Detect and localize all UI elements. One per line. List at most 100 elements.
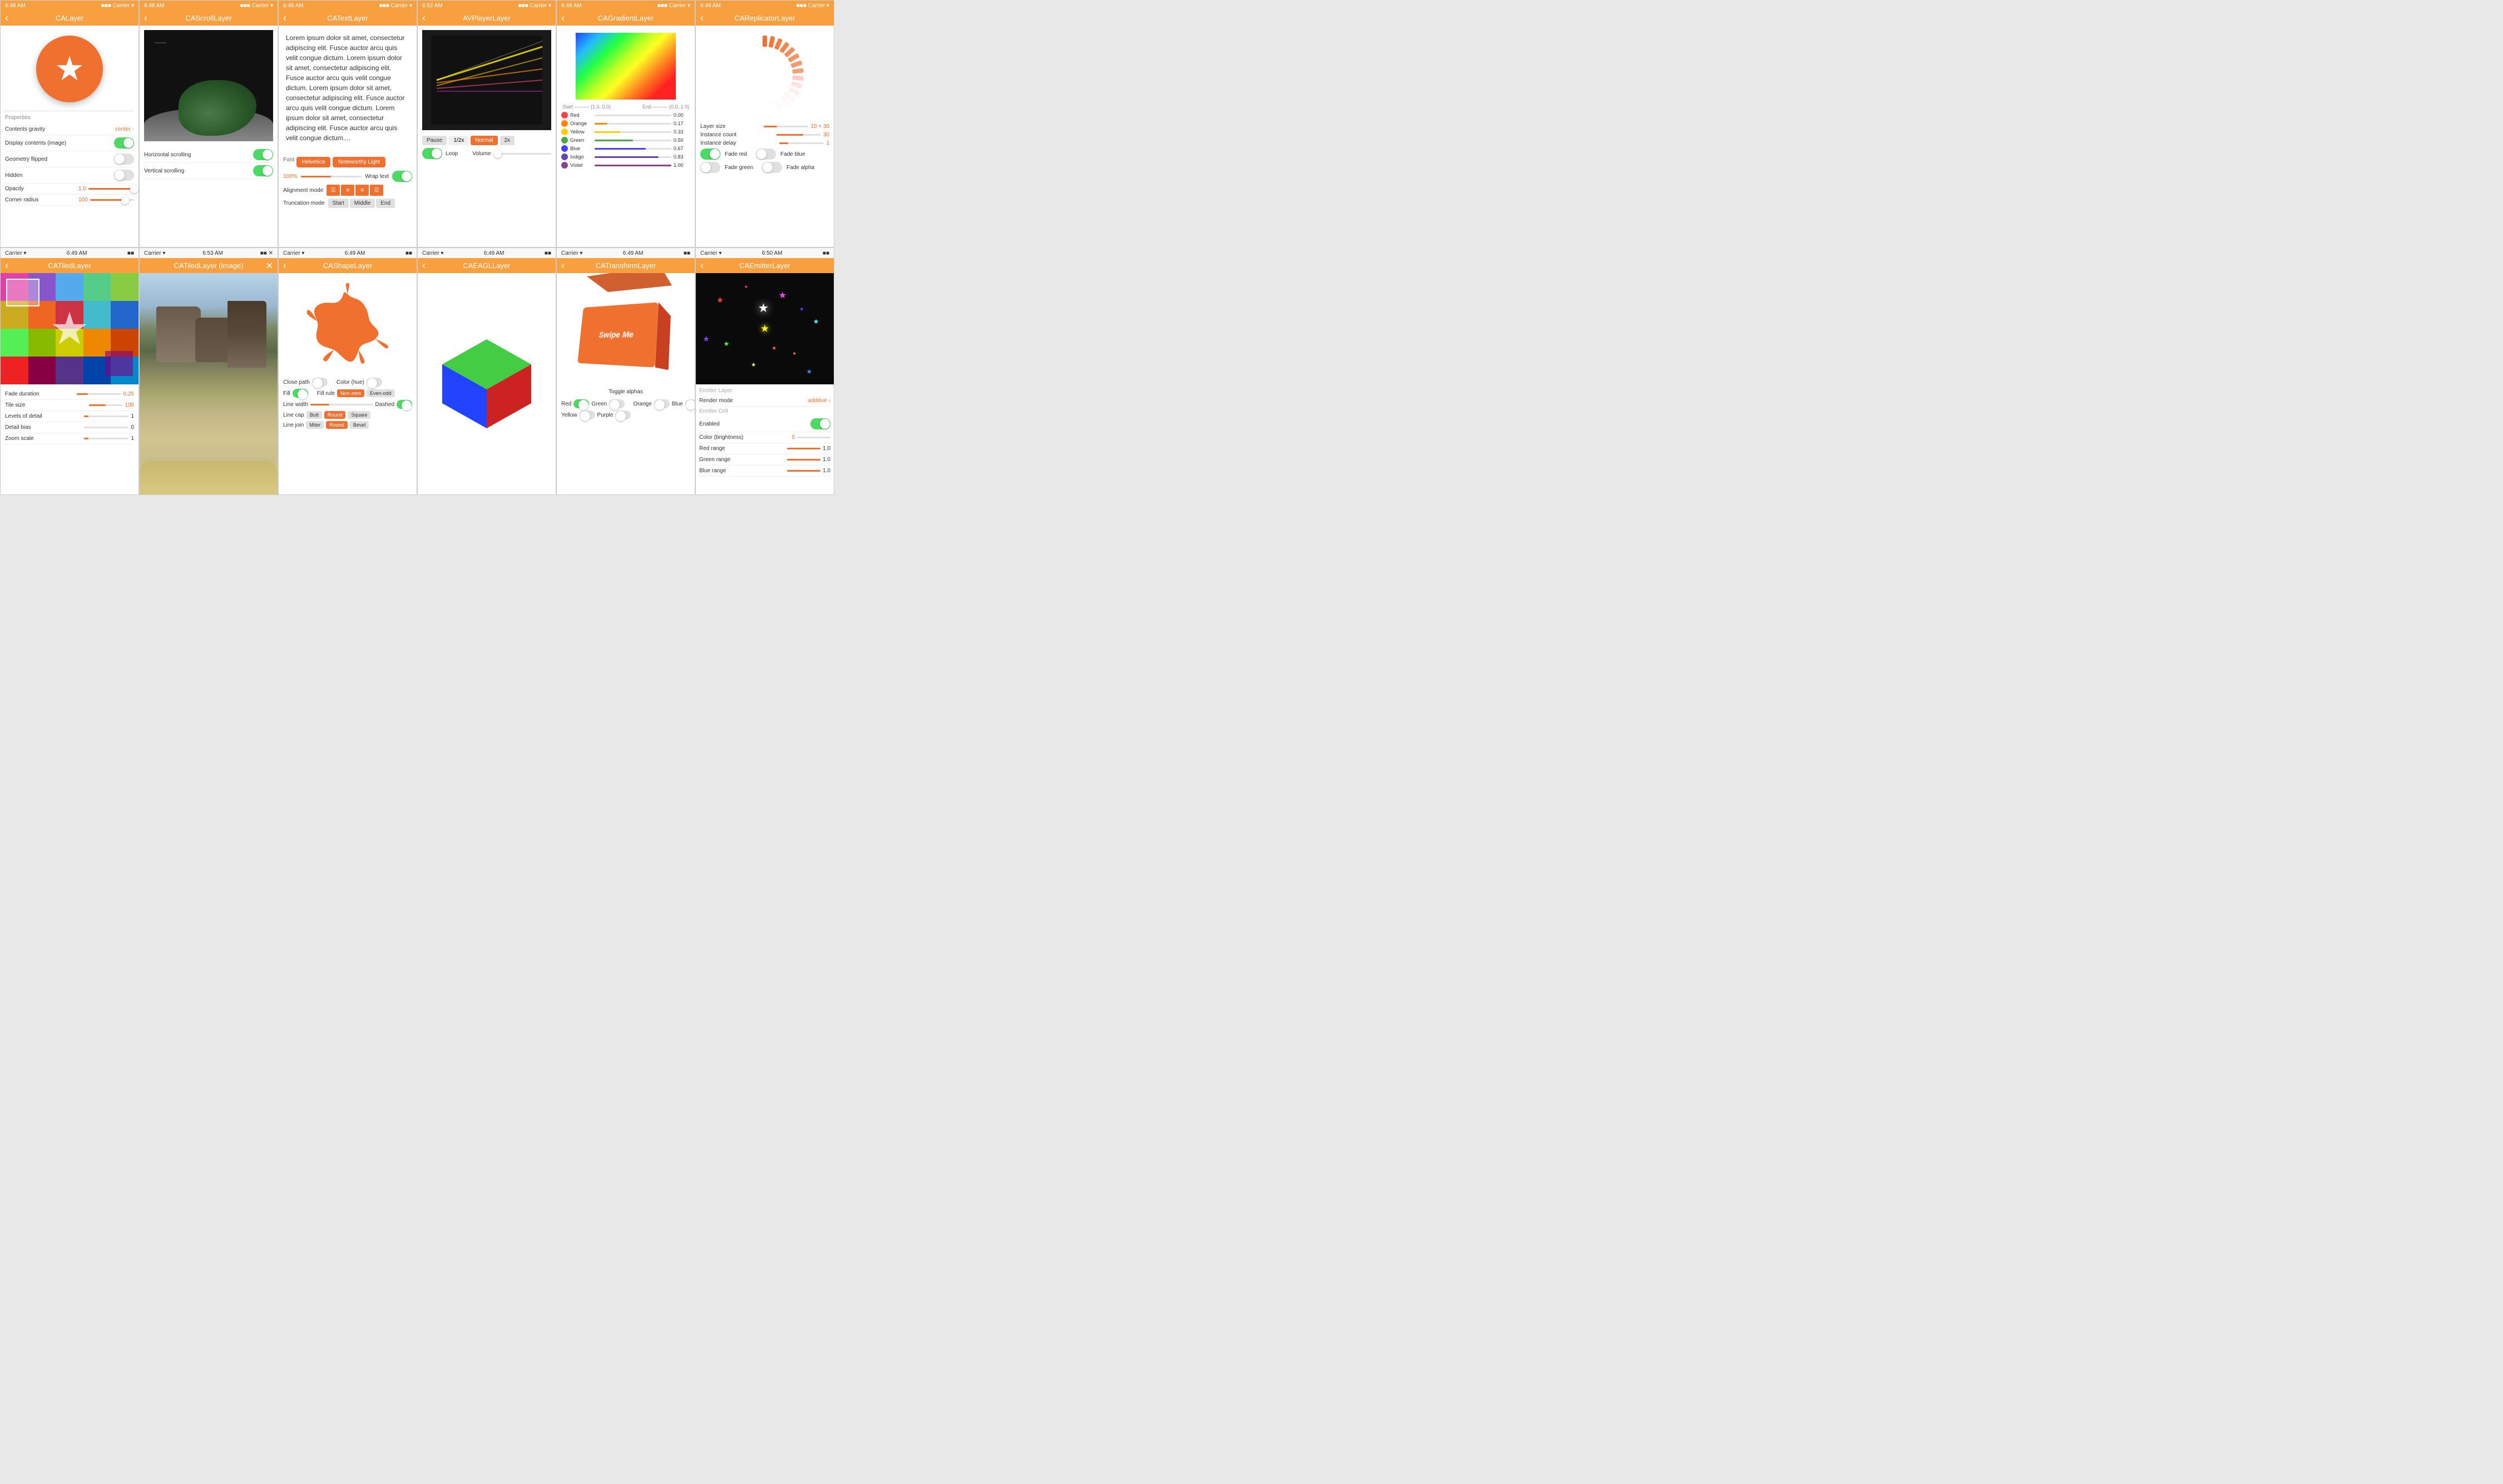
toggle-enabled[interactable]: [810, 418, 830, 429]
status-bar-1: 6:48 AM ■■■ Carrier ▾: [1, 1, 138, 11]
back-button-11[interactable]: ‹: [561, 260, 565, 271]
green-range-slider[interactable]: [787, 459, 820, 461]
toggle-fade-green[interactable]: [700, 162, 720, 173]
tile-size-slider[interactable]: [89, 404, 122, 406]
font-btn-helvetica[interactable]: Helvetica: [296, 157, 330, 167]
status-carrier-5: ■■■ Carrier ▾: [657, 3, 690, 9]
toggle-dashed[interactable]: [397, 400, 412, 409]
status-bar-11: Carrier ▾ 6:49 AM ■■: [557, 248, 695, 258]
back-button-3[interactable]: ‹: [283, 12, 286, 24]
playback-half[interactable]: 1/2x: [449, 136, 468, 145]
blue-range-slider[interactable]: [787, 470, 820, 472]
back-button-12[interactable]: ‹: [700, 260, 704, 271]
toggle-fill[interactable]: [293, 389, 308, 398]
status-time-7b: 6:49 AM: [67, 250, 87, 256]
back-button-10[interactable]: ‹: [422, 260, 426, 271]
toggle-trans-red[interactable]: [573, 399, 589, 408]
levels-detail-slider[interactable]: [84, 415, 128, 417]
back-button-9[interactable]: ‹: [283, 260, 286, 271]
opacity-slider[interactable]: [88, 188, 134, 190]
toggle-fade-blue[interactable]: [756, 149, 776, 160]
instance-count-slider[interactable]: [776, 134, 821, 136]
toggle-trans-purple[interactable]: [615, 410, 631, 419]
toggle-row-yellow: Yellow Purple: [561, 410, 631, 419]
red-range-slider[interactable]: [787, 448, 820, 449]
dot-blue: [561, 145, 568, 152]
slider-yellow[interactable]: [595, 131, 671, 133]
align-btn-left[interactable]: ☰: [327, 185, 340, 196]
toggle-geometry-flipped[interactable]: [114, 154, 134, 165]
back-button-2[interactable]: ‹: [144, 12, 147, 24]
toggle-color-hue[interactable]: [367, 378, 382, 387]
toggle-loop[interactable]: [422, 148, 442, 159]
slider-indigo[interactable]: [595, 156, 671, 158]
trunc-btn-start[interactable]: Start: [328, 199, 349, 208]
font-btn-noteworthy[interactable]: Noteworthy Light: [333, 157, 385, 167]
toggle-hidden[interactable]: [114, 170, 134, 181]
line-cap-butt[interactable]: Butt: [306, 411, 322, 419]
close-button-8[interactable]: ✕: [266, 260, 273, 271]
back-button-7[interactable]: ‹: [5, 260, 8, 271]
font-size-slider[interactable]: [301, 176, 362, 177]
back-button-5[interactable]: ‹: [561, 12, 565, 24]
prop-contents-gravity[interactable]: Contents gravity center ›: [5, 124, 134, 135]
back-button-4[interactable]: ‹: [422, 12, 426, 24]
toggle-fade-alpha[interactable]: [762, 162, 782, 173]
line-cap-square[interactable]: Square: [348, 411, 370, 419]
toggle-trans-orange[interactable]: [654, 399, 670, 408]
line-join-round[interactable]: Round: [326, 421, 348, 429]
toggle-trans-yellow[interactable]: [580, 410, 595, 419]
slider-corner-radius[interactable]: 100: [78, 197, 134, 203]
toggle-close-path[interactable]: [312, 378, 328, 387]
align-btn-right[interactable]: ≡: [355, 185, 369, 196]
toggle-fade-red[interactable]: [700, 149, 720, 160]
fade-duration-slider[interactable]: [77, 393, 121, 395]
slider-blue[interactable]: [595, 148, 671, 150]
layer-size-slider[interactable]: [764, 126, 808, 127]
trunc-btn-middle[interactable]: Middle: [350, 199, 375, 208]
toggle-display-contents[interactable]: [114, 137, 134, 149]
toggle-horizontal-scrolling[interactable]: [253, 149, 273, 160]
status-bar-6: 6:49 AM ■■■ Carrier ▾: [696, 1, 834, 11]
slider-violet[interactable]: [595, 165, 671, 166]
slider-green[interactable]: [595, 140, 671, 141]
slider-opacity[interactable]: 1.0: [78, 186, 134, 192]
playback-normal[interactable]: Normal: [471, 136, 497, 145]
corner-radius-slider[interactable]: [90, 199, 134, 201]
toggle-trans-green[interactable]: [609, 399, 625, 408]
fill-rule-evenodd[interactable]: Even-odd: [367, 389, 395, 397]
line-cap-round[interactable]: Round: [324, 411, 346, 419]
color-brightness-slider[interactable]: [797, 437, 830, 438]
toggle-wrap-text[interactable]: [392, 171, 412, 182]
label-blue: Blue: [570, 146, 592, 151]
detail-bias-slider[interactable]: [84, 427, 128, 428]
playback-2x[interactable]: 2x: [500, 136, 515, 145]
status-time-11: Carrier ▾: [561, 250, 582, 256]
align-btn-center[interactable]: ≡: [341, 185, 354, 196]
label-red-range: Red range: [699, 446, 725, 452]
zoom-scale-slider[interactable]: [84, 438, 128, 439]
prop-detail-bias: Detail bias 0: [5, 422, 134, 433]
nav-bar-7: ‹ CATiledLayer: [1, 258, 138, 273]
toggle-vertical-scrolling[interactable]: [253, 165, 273, 176]
status-icons-9: ■■: [405, 250, 412, 256]
line-width-slider[interactable]: [310, 404, 373, 405]
back-button-1[interactable]: ‹: [5, 12, 8, 24]
back-button-6[interactable]: ‹: [700, 12, 704, 24]
slider-orange[interactable]: [595, 123, 671, 125]
tile-16: [1, 357, 28, 384]
instance-delay-slider[interactable]: [779, 142, 824, 144]
align-btn-justify[interactable]: ☰: [370, 185, 383, 196]
slider-red[interactable]: [595, 115, 671, 116]
light-streaks-svg: [431, 36, 542, 125]
trunc-btn-end[interactable]: End: [376, 199, 395, 208]
fill-rule-nonzero[interactable]: Non-zero: [337, 389, 364, 397]
toggle-trans-blue[interactable]: [685, 399, 695, 408]
line-join-bevel[interactable]: Bevel: [350, 421, 369, 429]
playback-pause[interactable]: Pause: [422, 136, 447, 145]
line-join-miter[interactable]: Miter: [306, 421, 324, 429]
volume-slider[interactable]: [498, 153, 551, 155]
volume-label: Volume: [472, 151, 491, 157]
prop-render-mode[interactable]: Render mode additive ›: [699, 395, 830, 407]
panel-calayer: 6:48 AM ■■■ Carrier ▾ ‹ CALayer ★ Proper…: [0, 0, 139, 248]
